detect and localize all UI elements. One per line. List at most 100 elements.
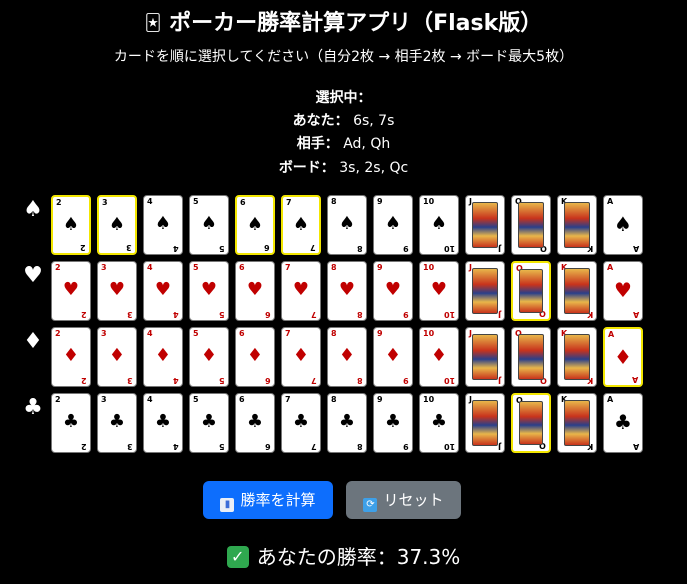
card-6-of-heart[interactable]: 6 6 ♥ <box>235 261 275 321</box>
card-4-of-diamond[interactable]: 4 4 ♦ <box>143 327 183 387</box>
spade-pip-icon: ♠ <box>292 214 310 235</box>
reset-button[interactable]: ⟳ リセット <box>346 481 461 519</box>
card-rank-index: 9 <box>377 329 383 338</box>
card-k-of-spade[interactable]: KK <box>557 195 597 255</box>
card-9-of-spade[interactable]: 9 9 ♠ <box>373 195 413 255</box>
card-rank-index-bottom: 4 <box>173 442 179 451</box>
card-rank-index-bottom: A <box>632 244 639 253</box>
card-7-of-diamond[interactable]: 7 7 ♦ <box>281 327 321 387</box>
card-6-of-club[interactable]: 6 6 ♣ <box>235 393 275 453</box>
card-row-heart: ♥22♥33♥44♥55♥66♥77♥88♥99♥1010♥JJQQKKAA♥ <box>18 261 648 323</box>
card-6-of-spade[interactable]: 6 6 ♠ <box>235 195 275 255</box>
card-rank-index: 5 <box>193 263 199 272</box>
card-rank-index-bottom: 7 <box>311 310 317 319</box>
heart-pip-icon: ♥ <box>62 279 80 300</box>
diamond-pip-icon: ♦ <box>338 345 356 366</box>
card-4-of-club[interactable]: 4 4 ♣ <box>143 393 183 453</box>
card-2-of-heart[interactable]: 2 2 ♥ <box>51 261 91 321</box>
card-k-of-heart[interactable]: KK <box>557 261 597 321</box>
heart-pip-icon: ♥ <box>292 279 310 300</box>
card-7-of-spade[interactable]: 7 7 ♠ <box>281 195 321 255</box>
card-9-of-heart[interactable]: 9 9 ♥ <box>373 261 413 321</box>
card-rank-index-bottom: J <box>498 442 501 451</box>
card-10-of-heart[interactable]: 10 10 ♥ <box>419 261 459 321</box>
card-rank-index: 4 <box>147 263 153 272</box>
card-rank-index: 7 <box>285 395 291 404</box>
card-5-of-diamond[interactable]: 5 5 ♦ <box>189 327 229 387</box>
card-q-of-spade[interactable]: QQ <box>511 195 551 255</box>
selection-board: ボード： 3s, 2s, Qc <box>0 157 687 179</box>
club-pip-icon: ♣ <box>108 411 126 432</box>
card-7-of-heart[interactable]: 7 7 ♥ <box>281 261 321 321</box>
card-5-of-heart[interactable]: 5 5 ♥ <box>189 261 229 321</box>
card-a-of-diamond[interactable]: A A ♦ <box>603 327 643 387</box>
face-card-art <box>472 202 498 248</box>
card-q-of-club[interactable]: QQ <box>511 393 551 453</box>
spade-pip-icon: ♠ <box>338 213 356 234</box>
card-8-of-spade[interactable]: 8 8 ♠ <box>327 195 367 255</box>
card-rank-index-bottom: 8 <box>357 244 363 253</box>
card-5-of-club[interactable]: 5 5 ♣ <box>189 393 229 453</box>
card-5-of-spade[interactable]: 5 5 ♠ <box>189 195 229 255</box>
card-a-of-club[interactable]: A A ♣ <box>603 393 643 453</box>
card-4-of-heart[interactable]: 4 4 ♥ <box>143 261 183 321</box>
selection-board-value: 3s, 2s, Qc <box>339 160 409 176</box>
card-j-of-diamond[interactable]: JJ <box>465 327 505 387</box>
card-8-of-diamond[interactable]: 8 8 ♦ <box>327 327 367 387</box>
card-rank-index: 4 <box>147 197 153 206</box>
card-2-of-club[interactable]: 2 2 ♣ <box>51 393 91 453</box>
spade-pip-icon: ♠ <box>200 213 218 234</box>
card-10-of-club[interactable]: 10 10 ♣ <box>419 393 459 453</box>
card-3-of-spade[interactable]: 3 3 ♠ <box>97 195 137 255</box>
club-pip-icon: ♣ <box>384 411 402 432</box>
card-j-of-spade[interactable]: JJ <box>465 195 505 255</box>
card-k-of-diamond[interactable]: KK <box>557 327 597 387</box>
card-rank-index: 6 <box>240 198 246 207</box>
diamond-pip-icon: ♦ <box>430 345 448 366</box>
selection-board-label: ボード： <box>278 160 335 176</box>
card-4-of-spade[interactable]: 4 4 ♠ <box>143 195 183 255</box>
card-a-of-spade[interactable]: A A ♠ <box>603 195 643 255</box>
card-10-of-diamond[interactable]: 10 10 ♦ <box>419 327 459 387</box>
card-rank-index-bottom: 10 <box>443 244 455 253</box>
card-8-of-heart[interactable]: 8 8 ♥ <box>327 261 367 321</box>
card-q-of-heart[interactable]: QQ <box>511 261 551 321</box>
calculate-button[interactable]: ▮ 勝率を計算 <box>203 481 333 519</box>
card-a-of-heart[interactable]: A A ♥ <box>603 261 643 321</box>
card-3-of-club[interactable]: 3 3 ♣ <box>97 393 137 453</box>
card-rank-index: 2 <box>55 329 61 338</box>
card-2-of-diamond[interactable]: 2 2 ♦ <box>51 327 91 387</box>
diamond-suit-icon: ♦ <box>23 329 43 354</box>
card-rank-index: 4 <box>147 329 153 338</box>
diamond-pip-icon: ♦ <box>200 345 218 366</box>
face-card-art <box>519 401 543 445</box>
card-8-of-club[interactable]: 8 8 ♣ <box>327 393 367 453</box>
card-7-of-club[interactable]: 7 7 ♣ <box>281 393 321 453</box>
card-rank-index-bottom: 2 <box>81 442 87 451</box>
face-card-art <box>564 268 590 314</box>
card-k-of-club[interactable]: KK <box>557 393 597 453</box>
card-9-of-club[interactable]: 9 9 ♣ <box>373 393 413 453</box>
diamond-pip-icon: ♦ <box>292 345 310 366</box>
card-q-of-diamond[interactable]: QQ <box>511 327 551 387</box>
card-j-of-club[interactable]: JJ <box>465 393 505 453</box>
heart-pip-icon: ♥ <box>246 279 264 300</box>
club-suit-icon: ♣ <box>23 395 43 420</box>
card-3-of-diamond[interactable]: 3 3 ♦ <box>97 327 137 387</box>
card-rank-index: 8 <box>331 197 337 206</box>
spade-pip-icon: ♠ <box>62 214 80 235</box>
card-rank-index: 2 <box>56 198 62 207</box>
card-9-of-diamond[interactable]: 9 9 ♦ <box>373 327 413 387</box>
face-card-art <box>519 269 543 313</box>
card-rank-index-bottom: A <box>632 442 639 451</box>
card-rank-index-bottom: 9 <box>403 442 409 451</box>
card-2-of-spade[interactable]: 2 2 ♠ <box>51 195 91 255</box>
card-j-of-heart[interactable]: JJ <box>465 261 505 321</box>
heart-pip-icon: ♥ <box>108 279 126 300</box>
instructions: カードを順に選択してください（自分2枚 → 相手2枚 → ボード最大5枚） <box>113 49 574 65</box>
face-card-art <box>518 334 544 380</box>
card-6-of-diamond[interactable]: 6 6 ♦ <box>235 327 275 387</box>
card-row-diamond: ♦ 22♦33♦44♦55♦66♦77♦88♦99♦1010♦JJQQKKAA♦ <box>18 327 648 389</box>
card-3-of-heart[interactable]: 3 3 ♥ <box>97 261 137 321</box>
card-10-of-spade[interactable]: 10 10 ♠ <box>419 195 459 255</box>
